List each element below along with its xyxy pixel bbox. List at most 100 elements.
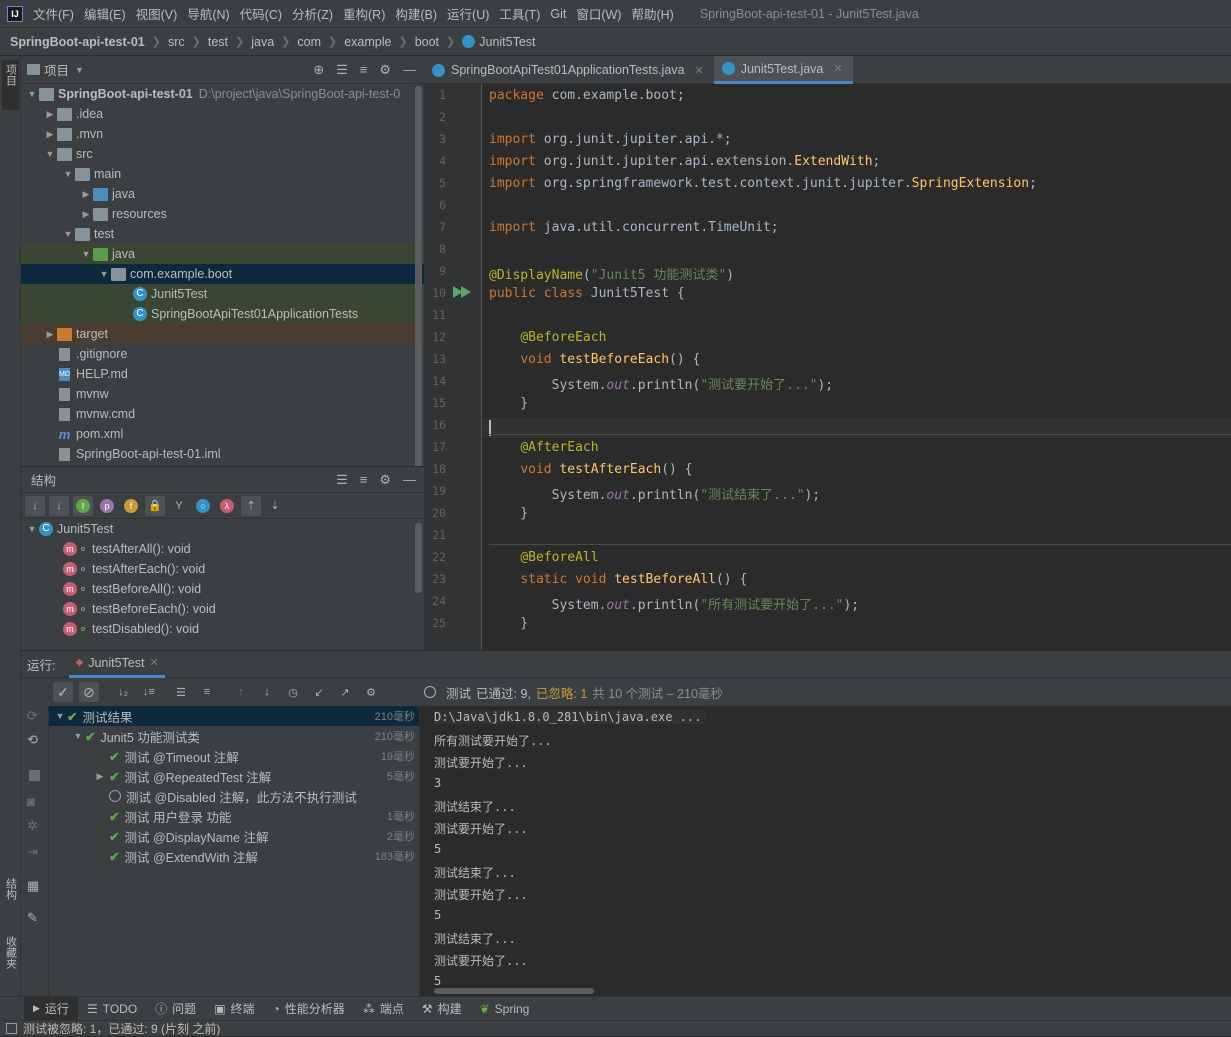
import-tests-icon[interactable]: ↙	[309, 682, 329, 702]
project-panel-title[interactable]: 项目	[44, 60, 69, 79]
tree-node-main-java[interactable]: ▶ java	[21, 184, 424, 204]
console-output[interactable]: D:\Java\jdk1.8.0_281\bin\java.exe ... 所有…	[422, 706, 1231, 996]
chevron-down-icon[interactable]: ▼	[75, 65, 84, 75]
chevron-down-icon[interactable]: ▼	[97, 269, 111, 279]
test-node[interactable]: ✔ 测试 @ExtendWith 注解 183毫秒	[49, 846, 419, 866]
minimize-icon[interactable]: —	[403, 62, 416, 78]
chevron-right-icon[interactable]: ▶	[79, 209, 93, 220]
show-anonymous-icon[interactable]: ○	[193, 496, 213, 516]
menu-edit[interactable]: 编辑(E)	[84, 4, 126, 23]
next-test-icon[interactable]: ↓	[257, 682, 277, 702]
gear-icon[interactable]: ⚙	[379, 472, 391, 488]
menu-refactor[interactable]: 重构(R)	[343, 4, 385, 23]
breadcrumb-java[interactable]: java	[251, 35, 274, 49]
close-icon[interactable]: ✕	[149, 656, 158, 669]
menu-build[interactable]: 构建(B)	[395, 4, 437, 23]
chevron-down-icon[interactable]: ▼	[61, 169, 75, 179]
test-node[interactable]: ▶ ✔ 测试 @RepeatedTest 注解 5毫秒	[49, 766, 419, 786]
code-editor[interactable]: 1 2 3 4 5 6 7 8 9 10 11 12 13 14 15 16 1…	[424, 84, 1231, 650]
toggle-autotest-icon[interactable]: ⟲	[27, 732, 38, 748]
tab-junit5test[interactable]: Junit5Test.java ✕	[713, 56, 853, 84]
show-non-public-icon[interactable]: 🔒	[145, 495, 165, 516]
history-icon[interactable]: ◷	[283, 682, 303, 702]
sort-alpha-icon[interactable]: ↓₂	[113, 682, 133, 702]
stripe-favorites-button[interactable]: 收藏夹	[2, 932, 19, 988]
test-node[interactable]: ✔ 测试 @Timeout 注解 19毫秒	[49, 746, 419, 766]
tree-node-main[interactable]: ▼ main	[21, 164, 424, 184]
menu-navigate[interactable]: 导航(N)	[187, 4, 229, 23]
expand-all-icon[interactable]: ☰	[336, 62, 348, 78]
show-properties-icon[interactable]: p	[97, 496, 117, 516]
menu-tools[interactable]: 工具(T)	[499, 4, 540, 23]
collapse-all-icon[interactable]: ≡	[360, 472, 368, 488]
structure-scrollbar[interactable]	[415, 523, 422, 593]
menu-window[interactable]: 窗口(W)	[576, 4, 621, 23]
minimize-icon[interactable]: —	[403, 472, 416, 488]
tool-tab-build[interactable]: ⚒ 构建	[413, 997, 471, 1021]
chevron-right-icon[interactable]: ▶	[43, 109, 57, 120]
autoscroll-to-source-icon[interactable]: ⇡	[241, 495, 261, 516]
tree-node-target[interactable]: ▶ target	[21, 324, 424, 344]
expand-all-icon[interactable]: ☰	[336, 472, 348, 488]
chevron-right-icon[interactable]: ▶	[43, 329, 57, 340]
stripe-project-button[interactable]: 项目	[2, 60, 19, 110]
menu-file[interactable]: 文件(F)	[33, 4, 74, 23]
tree-node-test[interactable]: ▼ test	[21, 224, 424, 244]
tool-tab-todo[interactable]: ☰ TODO	[78, 997, 146, 1021]
run-gutter-icon[interactable]	[461, 286, 471, 298]
tab-apptests[interactable]: SpringBootApiTest01ApplicationTests.java…	[424, 56, 714, 84]
tree-node-mvn[interactable]: ▶ .mvn	[21, 124, 424, 144]
expand-all-icon[interactable]: ☰	[171, 682, 191, 702]
autoscroll-from-source-icon[interactable]: ⇣	[265, 496, 285, 516]
settings-icon[interactable]: ✲	[27, 818, 38, 834]
show-fields-icon[interactable]: f	[121, 496, 141, 516]
locate-icon[interactable]: ⊕	[313, 62, 324, 78]
stop-icon[interactable]	[29, 770, 40, 781]
tree-node-package[interactable]: ▼ com.example.boot	[21, 264, 424, 284]
chevron-down-icon[interactable]: ▼	[53, 711, 67, 721]
tree-node-junit5test[interactable]: C Junit5Test	[21, 284, 424, 304]
structure-member[interactable]: m testAfterEach(): void	[21, 559, 424, 579]
project-scrollbar[interactable]	[415, 86, 422, 476]
tree-node-pom[interactable]: m pom.xml	[21, 424, 424, 444]
breadcrumb-example[interactable]: example	[344, 35, 391, 49]
test-node[interactable]: ✔ 测试 @DisplayName 注解 2毫秒	[49, 826, 419, 846]
structure-member[interactable]: m testDisabled(): void	[21, 619, 424, 639]
sort-alpha-icon[interactable]: ↓	[49, 495, 69, 516]
tool-tab-terminal[interactable]: ▣ 终端	[205, 997, 263, 1021]
menu-run[interactable]: 运行(U)	[447, 4, 489, 23]
breadcrumb-src[interactable]: src	[168, 35, 185, 49]
structure-class-node[interactable]: ▼ C Junit5Test	[21, 519, 424, 539]
tree-node-apptests[interactable]: C SpringBootApiTest01ApplicationTests	[21, 304, 424, 324]
test-root-node[interactable]: ▼ ✔ 测试结果 210毫秒	[49, 706, 419, 726]
structure-member[interactable]: m testBeforeEach(): void	[21, 599, 424, 619]
menu-view[interactable]: 视图(V)	[136, 4, 178, 23]
run-tab[interactable]: ◆ Junit5Test ✕	[69, 651, 165, 678]
show-inherited-icon[interactable]: I	[73, 495, 93, 516]
tool-tab-run[interactable]: ▶ 运行	[24, 996, 78, 1021]
tool-tab-spring[interactable]: ❦ Spring	[471, 997, 539, 1021]
pin-icon[interactable]: ✎	[27, 910, 38, 926]
tree-node-src[interactable]: ▼ src	[21, 144, 424, 164]
tree-node-help[interactable]: MD HELP.md	[21, 364, 424, 384]
camera-icon[interactable]: ◙	[27, 794, 35, 809]
tree-node-resources[interactable]: ▶ resources	[21, 204, 424, 224]
tool-tab-problems[interactable]: ⓘ 问题	[146, 997, 205, 1021]
chevron-down-icon[interactable]: ▼	[71, 731, 85, 741]
collapse-all-icon[interactable]: ≡	[197, 682, 217, 702]
export-tests-icon[interactable]: ↗	[335, 682, 355, 702]
sort-visibility-icon[interactable]: ↓	[25, 495, 45, 516]
menu-code[interactable]: 代码(C)	[240, 4, 282, 23]
previous-test-icon[interactable]: ↑	[231, 682, 251, 702]
collapse-all-icon[interactable]: ≡	[360, 62, 368, 78]
console-h-scrollbar[interactable]	[434, 988, 594, 994]
test-node[interactable]: 测试 @Disabled 注解，此方法不执行测试	[49, 786, 419, 806]
show-passed-icon[interactable]: ✓	[53, 682, 73, 702]
menu-git[interactable]: Git	[550, 7, 566, 21]
chevron-down-icon[interactable]: ▼	[25, 89, 39, 99]
test-class-node[interactable]: ▼ ✔ Junit5 功能测试类 210毫秒	[49, 726, 419, 746]
show-lambda-icon[interactable]: λ	[217, 496, 237, 516]
gear-icon[interactable]: ⚙	[379, 62, 391, 78]
menu-help[interactable]: 帮助(H)	[631, 4, 673, 23]
breadcrumb-class[interactable]: Junit5Test	[479, 35, 535, 49]
